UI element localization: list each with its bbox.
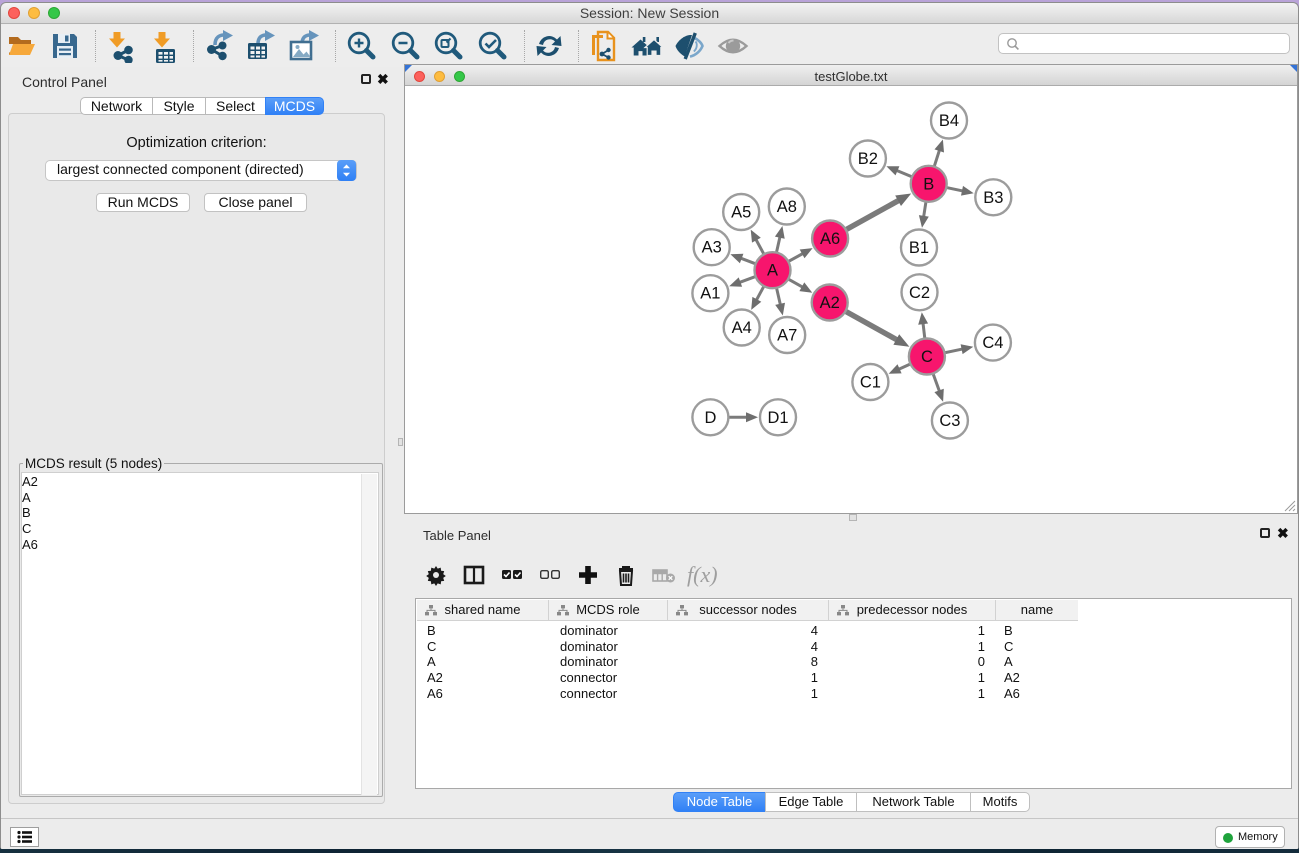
svg-text:B1: B1: [909, 239, 929, 257]
svg-text:D: D: [704, 409, 716, 427]
svg-text:A7: A7: [777, 327, 797, 345]
svg-text:C: C: [921, 348, 933, 366]
svg-text:D1: D1: [767, 409, 788, 427]
svg-text:A8: A8: [777, 198, 797, 216]
svg-text:A1: A1: [700, 285, 720, 303]
svg-text:C2: C2: [909, 284, 930, 302]
svg-text:A: A: [767, 262, 778, 280]
svg-text:B4: B4: [939, 112, 959, 130]
svg-text:C3: C3: [939, 412, 960, 430]
svg-text:C4: C4: [982, 334, 1003, 352]
svg-text:A3: A3: [702, 239, 722, 257]
svg-text:B2: B2: [858, 150, 878, 168]
svg-text:A5: A5: [731, 204, 751, 222]
svg-text:C1: C1: [860, 374, 881, 392]
svg-text:A2: A2: [820, 294, 840, 312]
svg-text:B3: B3: [983, 189, 1003, 207]
svg-text:A6: A6: [820, 230, 840, 248]
svg-text:B: B: [923, 175, 934, 193]
svg-text:A4: A4: [732, 319, 752, 337]
